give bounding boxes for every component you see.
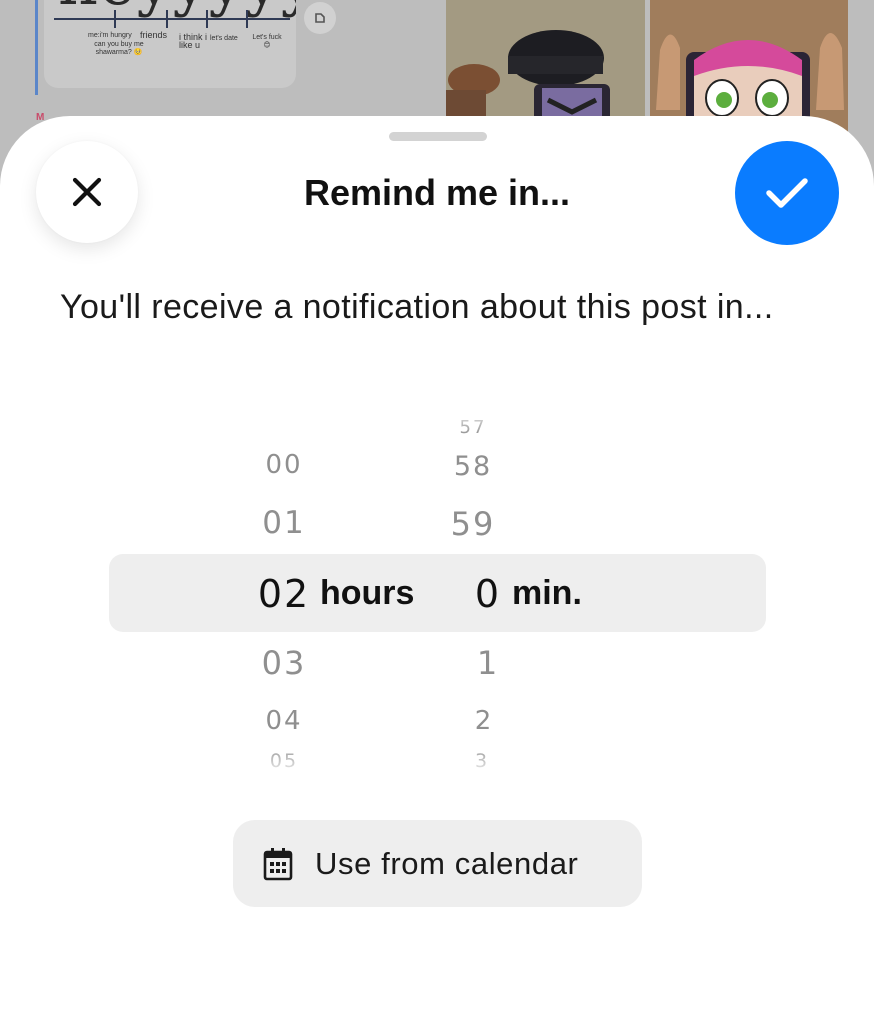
meme-timeline [54,18,290,20]
meme-tick [166,10,168,28]
picker-fade-bottom [200,744,560,778]
picker-selection-highlight [109,554,766,632]
reminder-description: You'll receive a notification about this… [60,288,774,326]
meme-tick [114,10,116,28]
share-icon[interactable] [304,2,336,34]
use-from-calendar-button[interactable]: Use from calendar [233,820,642,907]
meme-label: Let's fuck 😊 [252,34,282,49]
meme-image[interactable]: heyyyyy me:i'm hungry can you buy me sha… [44,0,296,88]
minutes-option[interactable]: 1 [468,644,508,682]
meme-label: can you buy me shawarma? 🥺 [94,41,144,56]
sheet-grabber[interactable] [389,132,487,141]
meme-label: let's date [210,35,238,42]
hours-option[interactable]: 03 [234,644,334,682]
minutes-selected[interactable]: 0 [468,572,508,616]
meme-label: i think i like u [179,32,208,50]
hours-option[interactable]: 04 [234,706,334,736]
hours-selected[interactable]: 02 [234,572,334,616]
minutes-unit-label: min. [512,574,582,612]
remind-me-sheet: Remind me in... You'll receive a notific… [0,116,874,1024]
hours-unit-label: hours [320,574,415,612]
meme-label: friends [140,30,168,40]
calendar-icon [263,847,293,880]
minutes-option[interactable]: 2 [464,706,504,736]
hours-option[interactable]: 01 [234,505,334,541]
meme-tick [206,10,208,28]
hours-option[interactable]: 00 [234,450,334,480]
checkmark-icon [766,178,808,208]
meme-label: me:i'm hungry [88,32,132,39]
meme-tick [246,10,248,28]
calendar-button-label: Use from calendar [315,845,579,881]
minutes-option[interactable]: 59 [423,505,523,543]
picker-fade-top [200,406,560,436]
feed-thread-line [35,0,38,95]
minutes-option[interactable]: 58 [423,451,523,482]
meme-title: heyyyyy [58,0,296,19]
confirm-button[interactable] [735,141,839,245]
